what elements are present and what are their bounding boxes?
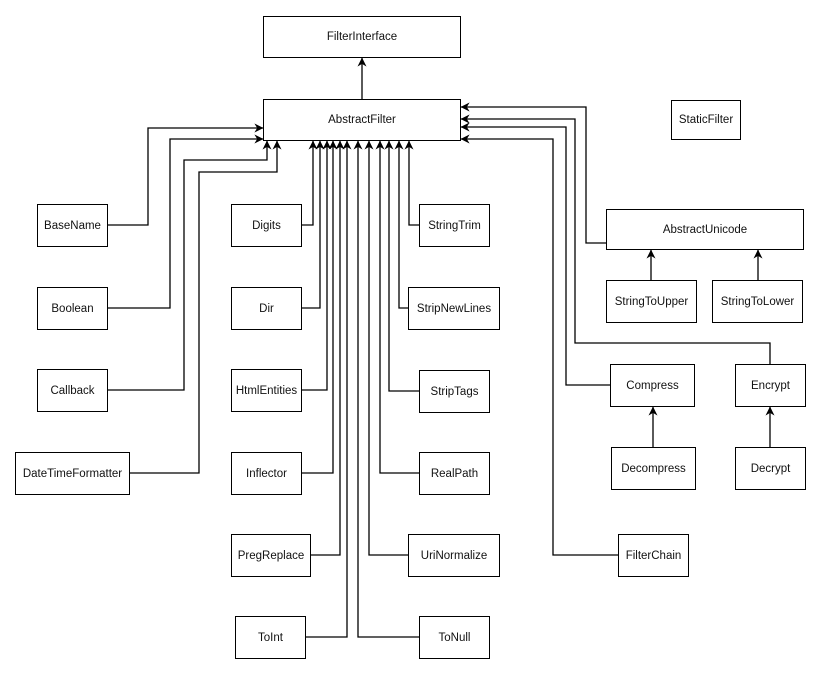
node-digits[interactable]: Digits (231, 204, 302, 247)
node-boolean[interactable]: Boolean (37, 287, 108, 330)
node-label: Digits (252, 219, 281, 232)
node-string-to-lower[interactable]: StringToLower (712, 280, 803, 323)
node-label: HtmlEntities (235, 384, 298, 397)
node-label: Dir (259, 302, 274, 315)
node-label: UriNormalize (420, 549, 488, 562)
node-dir[interactable]: Dir (231, 287, 302, 330)
node-base-name[interactable]: BaseName (37, 204, 108, 247)
edge-htmlentities-to-abstractfilter (302, 140, 332, 391)
edge-compress-to-abstractfilter (460, 122, 610, 386)
node-label: StringToUpper (614, 295, 689, 308)
node-real-path[interactable]: RealPath (419, 452, 490, 495)
node-label: ToNull (438, 631, 471, 644)
edge-inflector-to-abstractfilter (302, 140, 338, 474)
node-label: AbstractFilter (328, 114, 396, 126)
node-label: FilterInterface (326, 31, 398, 43)
node-label: StringToLower (720, 295, 795, 308)
node-to-int[interactable]: ToInt (235, 616, 306, 659)
node-label: PregReplace (237, 549, 305, 562)
node-string-trim[interactable]: StringTrim (419, 204, 490, 247)
node-label: StripNewLines (416, 302, 492, 315)
edge-striptags-to-abstractfilter (384, 140, 419, 392)
node-static-filter[interactable]: StaticFilter (671, 100, 741, 140)
node-label: Decompress (621, 462, 686, 475)
node-label: Callback (50, 384, 95, 397)
edge-digits-to-abstractfilter (302, 140, 318, 226)
node-string-to-upper[interactable]: StringToUpper (606, 280, 697, 323)
node-uri-normalize[interactable]: UriNormalize (408, 534, 500, 577)
node-label: Inflector (246, 467, 287, 480)
node-label: ToInt (258, 631, 283, 644)
node-html-entities[interactable]: HtmlEntities (231, 369, 302, 412)
node-abstract-filter[interactable]: AbstractFilter (263, 99, 461, 141)
node-abstract-unicode[interactable]: AbstractUnicode (606, 209, 804, 250)
node-label: FilterChain (625, 549, 682, 562)
node-encrypt[interactable]: Encrypt (735, 364, 806, 407)
node-strip-new-lines[interactable]: StripNewLines (408, 287, 500, 330)
node-label: StaticFilter (678, 114, 734, 126)
node-to-null[interactable]: ToNull (419, 616, 490, 659)
node-label: StringTrim (428, 219, 481, 232)
node-date-time-formatter[interactable]: DateTimeFormatter (15, 452, 130, 495)
edge-pregreplace-to-abstractfilter (311, 140, 345, 556)
node-label: AbstractUnicode (662, 223, 748, 236)
node-label: Boolean (51, 302, 94, 315)
node-label: Decrypt (750, 462, 791, 475)
node-decompress[interactable]: Decompress (611, 447, 696, 490)
node-filter-interface[interactable]: FilterInterface (263, 16, 461, 58)
edge-stripnewlines-to-abstractfilter (394, 140, 408, 309)
node-label: BaseName (44, 219, 101, 232)
node-label: DateTimeFormatter (22, 467, 123, 480)
node-label: StripTags (430, 385, 479, 398)
node-filter-chain[interactable]: FilterChain (618, 534, 689, 577)
node-callback[interactable]: Callback (37, 369, 108, 412)
node-label: Compress (626, 379, 679, 392)
edge-callback-to-abstractfilter (108, 140, 272, 391)
node-inflector[interactable]: Inflector (231, 452, 302, 495)
node-label: RealPath (430, 467, 479, 480)
node-label: Encrypt (751, 379, 790, 392)
node-preg-replace[interactable]: PregReplace (231, 534, 311, 577)
edge-stringtrim-to-abstractfilter (404, 140, 419, 226)
node-decrypt[interactable]: Decrypt (735, 447, 806, 490)
node-strip-tags[interactable]: StripTags (419, 370, 490, 413)
node-compress[interactable]: Compress (610, 364, 695, 407)
class-diagram: FilterInterface AbstractFilter StaticFil… (0, 0, 821, 675)
